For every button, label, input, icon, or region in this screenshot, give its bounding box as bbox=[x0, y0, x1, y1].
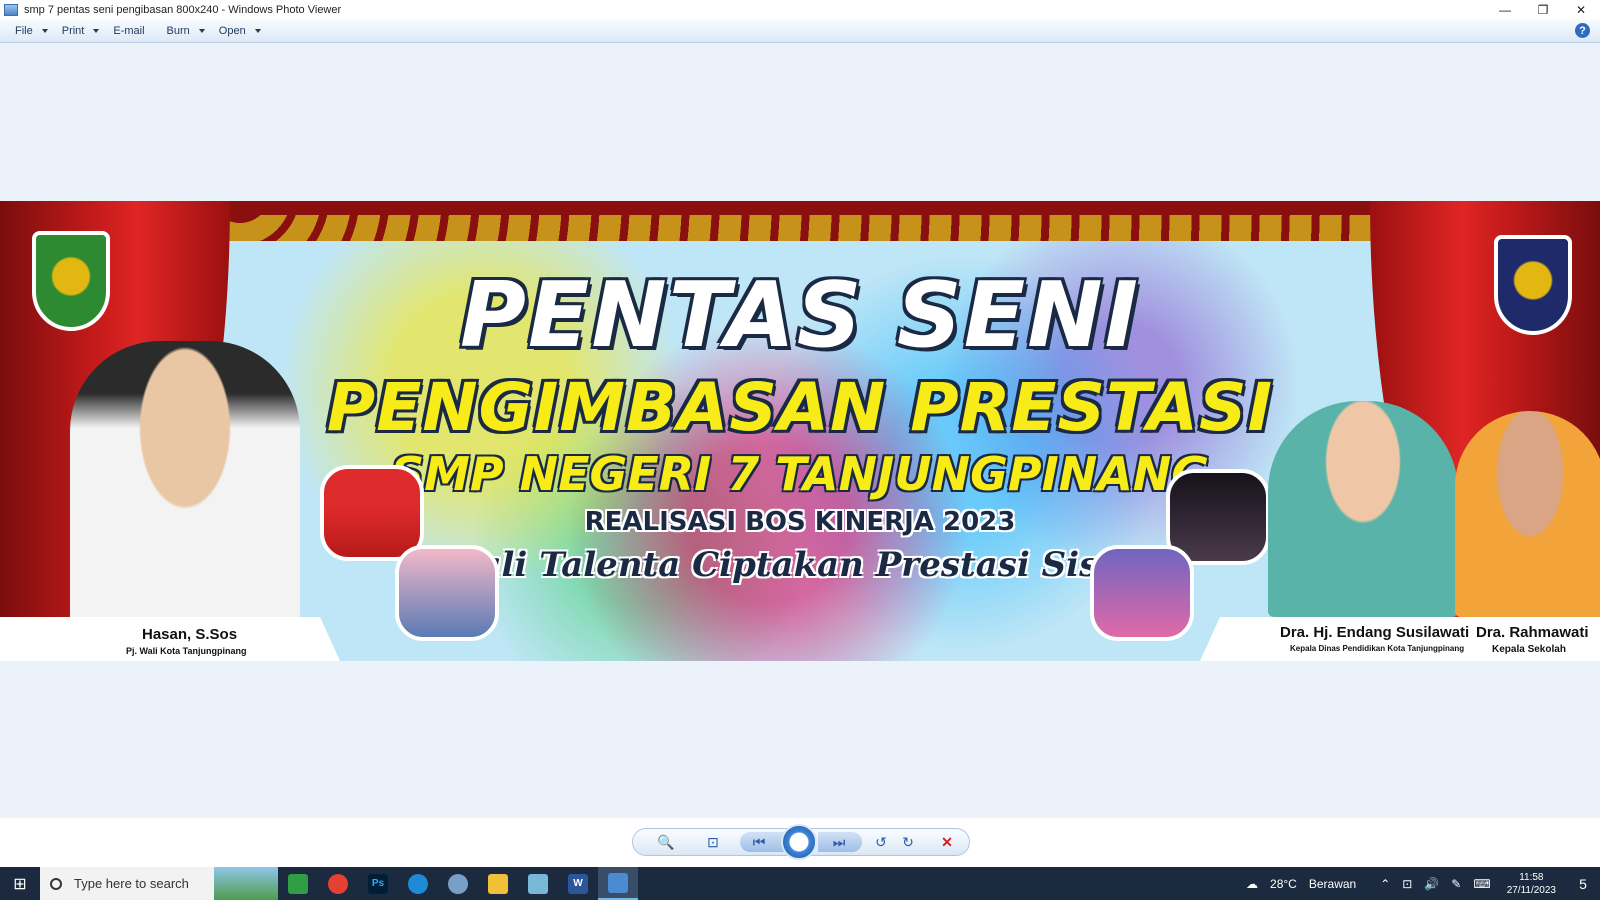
caption-middle-role: Kepala Dinas Pendidikan Kota Tanjungpina… bbox=[1290, 644, 1465, 653]
notepad-icon bbox=[528, 873, 548, 894]
stage-valance bbox=[210, 201, 1390, 241]
edge-icon bbox=[408, 873, 428, 894]
notification-count: 5 bbox=[1579, 875, 1587, 892]
taskbar-edge-icon[interactable] bbox=[398, 867, 438, 900]
help-icon[interactable]: ? bbox=[1575, 23, 1590, 38]
photo-viewer-app-icon bbox=[4, 4, 18, 16]
taskbar-notepad-icon[interactable] bbox=[518, 867, 558, 900]
folder-icon bbox=[488, 873, 508, 894]
weather-condition[interactable]: Berawan bbox=[1303, 877, 1362, 891]
close-button[interactable]: ✕ bbox=[1562, 0, 1600, 20]
search-placeholder: Type here to search bbox=[74, 876, 189, 891]
menu-file-label: File bbox=[15, 25, 33, 37]
minimize-button[interactable]: — bbox=[1486, 0, 1524, 20]
menu-burn-label: Burn bbox=[166, 25, 190, 37]
clock-date: 27/11/2023 bbox=[1506, 884, 1556, 896]
caption-right: Dra. Hj. Endang Susilawati Kepala Dinas … bbox=[1200, 617, 1600, 661]
title-bar: smp 7 pentas seni pengibasan 800x240 - W… bbox=[0, 0, 1600, 20]
taskbar-chrome-icon[interactable] bbox=[318, 867, 358, 900]
actual-size-icon[interactable]: ⊡ bbox=[702, 831, 724, 853]
search-icon bbox=[50, 877, 62, 890]
menu-print-label: Print bbox=[61, 25, 85, 37]
pen-icon[interactable]: ✎ bbox=[1445, 877, 1467, 891]
windows-start-icon[interactable]: ⊞ bbox=[0, 867, 40, 900]
restore-button[interactable]: ❐ bbox=[1524, 0, 1562, 20]
portrait-mayor bbox=[70, 341, 300, 631]
volume-icon[interactable]: 🔊 bbox=[1418, 877, 1445, 891]
caption-left: Hasan, S.Sos Pj. Wali Kota Tanjungpinang bbox=[0, 617, 340, 661]
menu-burn[interactable]: Burn bbox=[160, 20, 212, 43]
search-highlight-image bbox=[214, 867, 278, 900]
menu-bar: File Print E-mail Burn Open ? bbox=[0, 20, 1600, 43]
delete-icon[interactable]: ✕ bbox=[936, 831, 958, 853]
green-app-icon bbox=[288, 873, 308, 894]
portrait-principal bbox=[1455, 411, 1600, 617]
taskbar-search[interactable]: Type here to search bbox=[40, 867, 278, 900]
taskbar-green-app-icon[interactable] bbox=[278, 867, 318, 900]
photo-students bbox=[395, 545, 499, 641]
menu-open[interactable]: Open bbox=[212, 20, 268, 43]
menu-print[interactable]: Print bbox=[55, 20, 107, 43]
notification-icon[interactable]: 5 bbox=[1566, 867, 1600, 900]
clock-time: 11:58 bbox=[1519, 871, 1544, 883]
photo-viewer-icon bbox=[608, 872, 628, 893]
taskbar-photoshop-icon[interactable]: Ps bbox=[358, 867, 398, 900]
caption-left-role: Pj. Wali Kota Tanjungpinang bbox=[126, 646, 247, 656]
window-controls: — ❐ ✕ bbox=[1486, 0, 1600, 20]
keyboard-icon[interactable]: ⌨ bbox=[1467, 877, 1496, 891]
chrome-icon bbox=[328, 873, 348, 894]
zoom-icon[interactable]: 🔍 bbox=[655, 831, 677, 853]
photo-dancers bbox=[1090, 545, 1194, 641]
clock[interactable]: 11:58 27/11/2023 bbox=[1497, 871, 1566, 897]
caption-middle-name: Dra. Hj. Endang Susilawati bbox=[1280, 624, 1470, 641]
word-icon: W bbox=[568, 873, 588, 894]
taskbar-file-explorer-icon[interactable] bbox=[478, 867, 518, 900]
portrait-education-head bbox=[1268, 401, 1458, 617]
menu-email-label: E-mail bbox=[113, 25, 145, 37]
chevron-down-icon bbox=[254, 29, 261, 33]
taskbar-word-icon[interactable]: W bbox=[558, 867, 598, 900]
menu-file[interactable]: File bbox=[8, 20, 55, 43]
previous-icon[interactable]: ⏮ bbox=[748, 831, 770, 853]
chevron-down-icon bbox=[41, 29, 48, 33]
next-icon[interactable]: ⏭ bbox=[828, 831, 850, 853]
menu-email[interactable]: E-mail bbox=[106, 20, 151, 43]
taskbar: ⊞ Type here to search Ps W ☁ 28°C Berawa… bbox=[0, 867, 1600, 900]
window-title: smp 7 pentas seni pengibasan 800x240 - W… bbox=[24, 4, 342, 16]
chevron-up-icon[interactable]: ⌃ bbox=[1374, 877, 1396, 891]
network-icon[interactable]: ⊡ bbox=[1396, 877, 1418, 891]
taskbar-paint-icon[interactable] bbox=[438, 867, 478, 900]
photo-medals bbox=[320, 465, 424, 561]
weather-cloud-icon[interactable]: ☁ bbox=[1240, 877, 1264, 891]
system-tray: ☁ 28°C Berawan ⌃ ⊡ 🔊 ✎ ⌨ 11:58 27/11/202… bbox=[1240, 867, 1600, 900]
caption-right-role: Kepala Sekolah bbox=[1492, 644, 1566, 655]
rotate-clockwise-icon[interactable]: ↻ bbox=[897, 831, 919, 853]
weather-temperature[interactable]: 28°C bbox=[1264, 877, 1303, 891]
chevron-down-icon bbox=[198, 29, 205, 33]
rotate-counterclockwise-icon[interactable]: ↺ bbox=[870, 831, 892, 853]
slideshow-button[interactable] bbox=[781, 824, 817, 860]
photoshop-icon: Ps bbox=[368, 873, 388, 894]
caption-right-name: Dra. Rahmawati bbox=[1476, 624, 1589, 641]
taskbar-photo-viewer-icon[interactable] bbox=[598, 867, 638, 900]
chevron-down-icon bbox=[93, 29, 100, 33]
viewer-toolbar: 🔍 ⊡ ⏮ ⏭ ↺ ↻ ✕ bbox=[0, 818, 1600, 867]
paint-icon bbox=[448, 873, 468, 894]
caption-left-name: Hasan, S.Sos bbox=[142, 626, 238, 643]
menu-open-label: Open bbox=[218, 25, 246, 37]
banner-image: PENTAS SENI PENGIMBASAN PRESTASI SMP NEG… bbox=[0, 201, 1600, 661]
